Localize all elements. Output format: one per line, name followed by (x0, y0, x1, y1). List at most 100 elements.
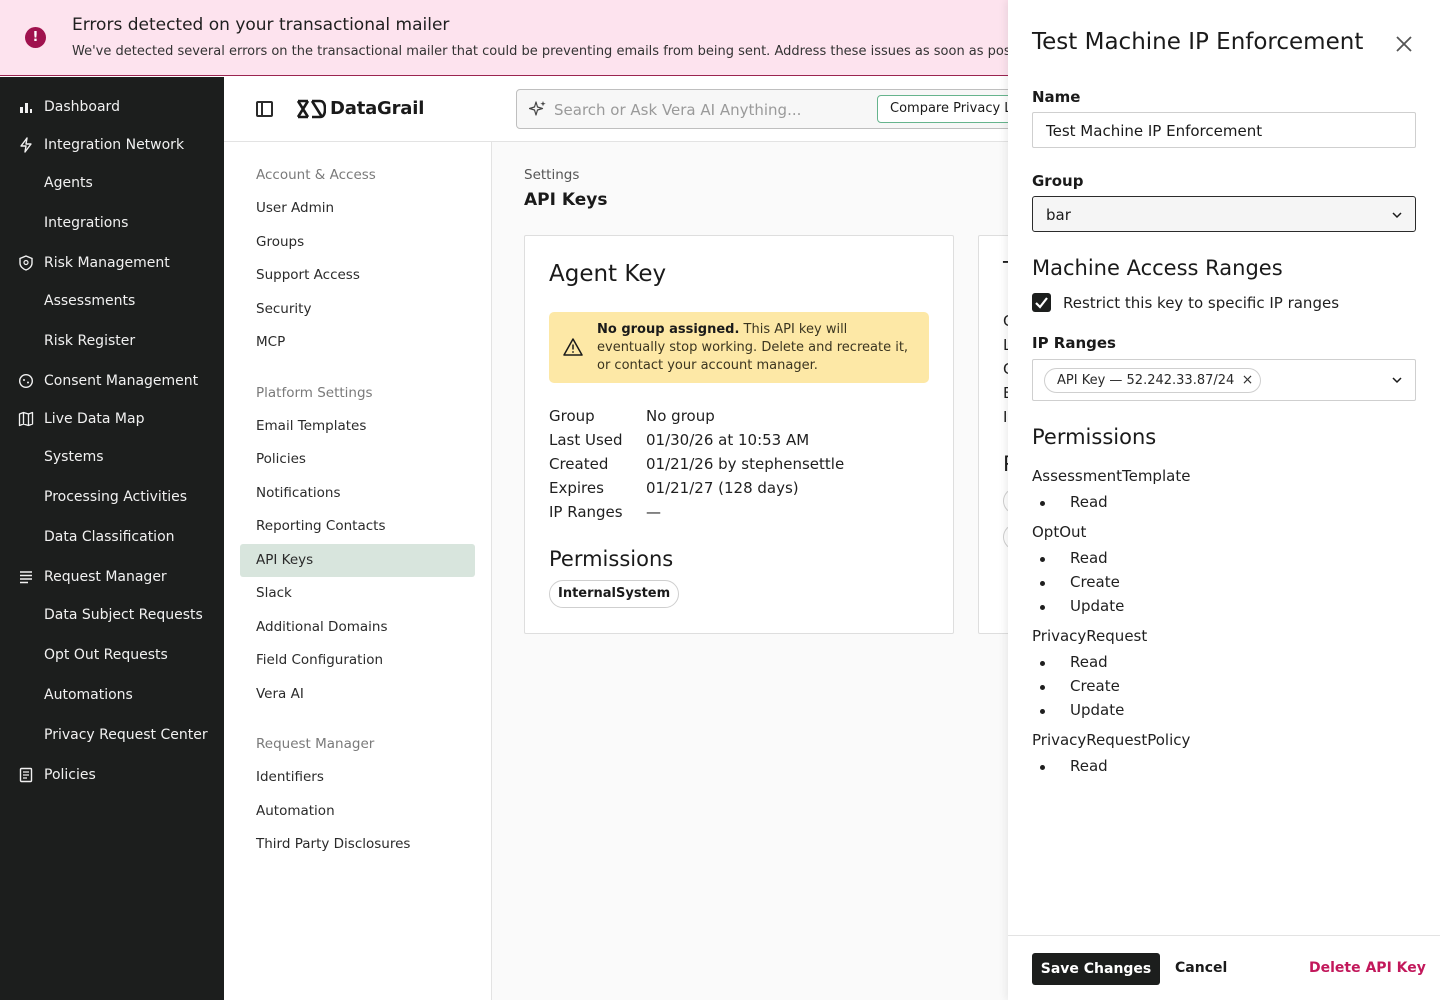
warning-triangle-icon (563, 338, 583, 356)
subnav-item-label: Slack (256, 585, 292, 601)
permission-action-label: Read (1070, 493, 1108, 511)
nav-label: Privacy Request Center (44, 727, 208, 743)
field-key: Created (549, 455, 609, 473)
nav-item-privacy-request-center[interactable]: Privacy Request Center (0, 719, 224, 753)
nav-label: Processing Activities (44, 489, 188, 505)
delete-api-key-button[interactable]: Delete API Key (1309, 960, 1426, 976)
nav-item-opt-out-requests[interactable]: Opt Out Requests (0, 639, 224, 673)
api-key-card[interactable]: Agent Key No group assigned. This API ke… (524, 235, 954, 634)
nav-item-data-classification[interactable]: Data Classification (0, 521, 224, 555)
checkmark-icon (1035, 297, 1048, 309)
remove-tag-icon[interactable]: × (1242, 369, 1254, 392)
search-input[interactable]: Search or Ask Vera AI Anything... Compar… (516, 89, 1077, 129)
nav-label: Agents (44, 175, 93, 191)
nav-item-systems[interactable]: Systems (0, 441, 224, 475)
nav-item-live-data-map[interactable]: Live Data Map (0, 403, 224, 437)
subnav-item-email-templates[interactable]: Email Templates (240, 410, 475, 443)
subnav-item-label: MCP (256, 334, 286, 350)
nav-item-policies[interactable]: Policies (0, 759, 224, 793)
nav-item-automations[interactable]: Automations (0, 679, 224, 713)
sidebar-toggle-icon[interactable] (256, 101, 273, 117)
logo-text: DataGrail (330, 98, 425, 119)
nav-label: Policies (44, 767, 96, 783)
chevron-down-icon[interactable] (1391, 374, 1403, 386)
bullet (1040, 605, 1045, 610)
subnav-item-identifiers[interactable]: Identifiers (240, 761, 475, 794)
subnav-item-groups[interactable]: Groups (240, 226, 475, 259)
subnav-item-support-access[interactable]: Support Access (240, 259, 475, 292)
nav-label: Opt Out Requests (44, 647, 168, 663)
subnav-item-label: Support Access (256, 267, 360, 283)
subnav-item-label: User Admin (256, 200, 335, 216)
bullet (1040, 661, 1045, 666)
close-icon[interactable] (1394, 34, 1414, 54)
group-select[interactable]: bar (1032, 196, 1416, 232)
name-label: Name (1032, 88, 1081, 106)
permission-action-label: Update (1070, 597, 1125, 615)
subnav-item-reporting-contacts[interactable]: Reporting Contacts (240, 510, 475, 543)
subnav-item-notifications[interactable]: Notifications (240, 477, 475, 510)
subnav-item-policies[interactable]: Policies (240, 443, 475, 476)
subnav-item-vera-ai[interactable]: Vera AI (240, 678, 475, 711)
subnav-item-label: Additional Domains (256, 619, 388, 635)
drawer-title: Test Machine IP Enforcement (1032, 29, 1364, 55)
subnav-heading: Platform Settings (256, 385, 373, 401)
permission-resource: PrivacyRequestPolicy (1032, 731, 1191, 749)
permission-action: Create (1032, 573, 1232, 593)
subnav-heading: Request Manager (256, 736, 375, 752)
top-header: DataGrail Search or Ask Vera AI Anything… (224, 77, 1077, 142)
subnav-item-api-keys[interactable]: API Keys (240, 544, 475, 577)
warning-text: No group assigned. This API key will eve… (597, 321, 917, 375)
permission-action: Update (1032, 701, 1232, 721)
ip-ranges-select[interactable]: API Key — 52.242.33.87/24 × (1032, 359, 1416, 401)
nav-item-data-subject-requests[interactable]: Data Subject Requests (0, 599, 224, 633)
bar-chart-icon (20, 103, 32, 113)
settings-subnav: Account & Access User Admin Groups Suppo… (224, 142, 492, 1000)
subnav-item-automation[interactable]: Automation (240, 795, 475, 828)
restrict-ip-checkbox[interactable] (1032, 293, 1051, 312)
subnav-item-label: Third Party Disclosures (256, 836, 411, 852)
restrict-ip-label[interactable]: Restrict this key to specific IP ranges (1063, 294, 1339, 312)
subnav-heading: Account & Access (256, 167, 376, 183)
nav-item-assessments[interactable]: Assessments (0, 285, 224, 319)
breadcrumb[interactable]: Settings (524, 167, 579, 183)
subnav-item-label: Email Templates (256, 418, 367, 434)
ip-ranges-label: IP Ranges (1032, 334, 1116, 352)
card-title: Agent Key (549, 261, 667, 287)
subnav-item-third-party-disclosures[interactable]: Third Party Disclosures (240, 828, 475, 861)
nav-item-request-manager[interactable]: Request Manager (0, 561, 224, 595)
partial-text: I (1003, 408, 1008, 426)
name-input-value: Test Machine IP Enforcement (1046, 122, 1263, 140)
subnav-item-additional-domains[interactable]: Additional Domains (240, 611, 475, 644)
nav-label: Integration Network (44, 137, 185, 153)
subnav-item-slack[interactable]: Slack (240, 577, 475, 610)
nav-item-integration-network[interactable]: Integration Network (0, 129, 224, 163)
subnav-item-user-admin[interactable]: User Admin (240, 192, 475, 225)
name-input[interactable]: Test Machine IP Enforcement (1032, 112, 1416, 148)
nav-item-agents[interactable]: Agents (0, 167, 224, 201)
nav-item-processing-activities[interactable]: Processing Activities (0, 481, 224, 515)
group-label: Group (1032, 172, 1084, 190)
cancel-button[interactable]: Cancel (1175, 960, 1227, 976)
lightning-icon (20, 137, 32, 153)
save-changes-button[interactable]: Save Changes (1032, 953, 1160, 985)
warning-bold: No group assigned. (597, 322, 740, 337)
consent-icon (18, 373, 34, 389)
nav-item-risk-register[interactable]: Risk Register (0, 325, 224, 359)
nav-item-risk-management[interactable]: Risk Management (0, 247, 224, 281)
nav-item-dashboard[interactable]: Dashboard (0, 91, 224, 125)
nav-label: Consent Management (44, 373, 199, 389)
nav-label: Assessments (44, 293, 136, 309)
banner-message: We've detected several errors on the tra… (72, 44, 1018, 59)
nav-item-consent-management[interactable]: Consent Management (0, 365, 224, 399)
bullet (1040, 501, 1045, 506)
permission-action: Read (1032, 757, 1232, 777)
subnav-item-mcp[interactable]: MCP (240, 326, 475, 359)
shield-icon (19, 255, 33, 271)
subnav-item-security[interactable]: Security (240, 293, 475, 326)
permission-action: Update (1032, 597, 1232, 617)
nav-item-integrations[interactable]: Integrations (0, 207, 224, 241)
subnav-item-field-configuration[interactable]: Field Configuration (240, 644, 475, 677)
api-key-card-partial[interactable]: T C L C E I P (978, 235, 1008, 634)
permission-resource: AssessmentTemplate (1032, 467, 1191, 485)
